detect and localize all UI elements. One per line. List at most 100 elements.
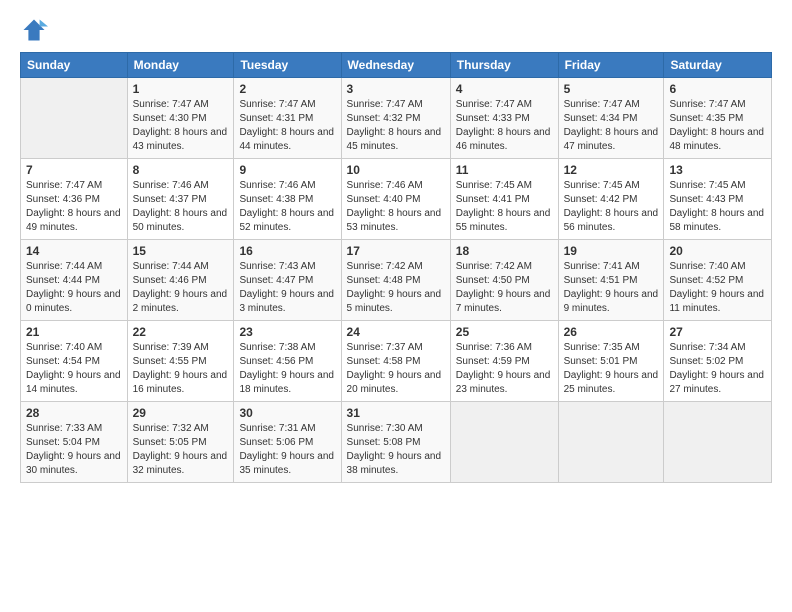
day-info: Sunrise: 7:47 AMSunset: 4:33 PMDaylight:… <box>456 98 553 154</box>
calendar-cell: 19 Sunrise: 7:41 AMSunset: 4:51 PMDayligh… <box>558 240 664 321</box>
calendar-cell: 29 Sunrise: 7:32 AMSunset: 5:05 PMDayligh… <box>127 402 234 483</box>
day-number: 27 <box>669 325 766 339</box>
calendar-cell: 22Sunrise: 7:39 AMSunset: 4:55 PMDayligh… <box>127 321 234 402</box>
day-info: Sunrise: 7:42 AMSunset: 4:48 PMDaylight:… <box>347 260 445 316</box>
day-number: 31 <box>347 406 445 420</box>
day-info: Sunrise: 7:44 AMSunset: 4:46 PMDaylight:… <box>133 260 229 316</box>
day-info: Sunrise: 7:44 AMSunset: 4:44 PMDaylight:… <box>26 260 122 316</box>
weekday-header: Sunday <box>21 53 128 78</box>
day-number: 17 <box>347 244 445 258</box>
day-number: 22 <box>133 325 229 339</box>
day-info: Sunrise: 7:43 AMSunset: 4:47 PMDaylight:… <box>239 260 335 316</box>
calendar-cell: 4 Sunrise: 7:47 AMSunset: 4:33 PMDaylight… <box>450 78 558 159</box>
day-info: Sunrise: 7:32 AMSunset: 5:05 PMDaylight:… <box>133 422 229 478</box>
calendar-cell: 6Sunrise: 7:47 AMSunset: 4:35 PMDaylight… <box>664 78 772 159</box>
weekday-header: Wednesday <box>341 53 450 78</box>
day-info: Sunrise: 7:30 AMSunset: 5:08 PMDaylight:… <box>347 422 445 478</box>
day-number: 23 <box>239 325 335 339</box>
day-number: 14 <box>26 244 122 258</box>
calendar-cell: 12Sunrise: 7:45 AMSunset: 4:42 PMDayligh… <box>558 159 664 240</box>
day-info: Sunrise: 7:35 AMSunset: 5:01 PMDaylight:… <box>564 341 659 397</box>
calendar-cell: 7Sunrise: 7:47 AMSunset: 4:36 PMDaylight… <box>21 159 128 240</box>
calendar-cell: 8 Sunrise: 7:46 AMSunset: 4:37 PMDaylight… <box>127 159 234 240</box>
day-info: Sunrise: 7:45 AMSunset: 4:42 PMDaylight:… <box>564 179 659 235</box>
calendar-cell: 10Sunrise: 7:46 AMSunset: 4:40 PMDayligh… <box>341 159 450 240</box>
day-info: Sunrise: 7:47 AMSunset: 4:31 PMDaylight:… <box>239 98 335 154</box>
day-number: 3 <box>347 82 445 96</box>
calendar-cell <box>21 78 128 159</box>
calendar-cell: 15 Sunrise: 7:44 AMSunset: 4:46 PMDayligh… <box>127 240 234 321</box>
day-info: Sunrise: 7:45 AMSunset: 4:43 PMDaylight:… <box>669 179 766 235</box>
calendar-header: SundayMondayTuesdayWednesdayThursdayFrid… <box>21 53 772 78</box>
calendar-cell: 14 Sunrise: 7:44 AMSunset: 4:44 PMDayligh… <box>21 240 128 321</box>
day-info: Sunrise: 7:40 AMSunset: 4:52 PMDaylight:… <box>669 260 766 316</box>
day-info: Sunrise: 7:40 AMSunset: 4:54 PMDaylight:… <box>26 341 122 397</box>
day-info: Sunrise: 7:47 AMSunset: 4:30 PMDaylight:… <box>133 98 229 154</box>
calendar-cell: 2 Sunrise: 7:47 AMSunset: 4:31 PMDaylight… <box>234 78 341 159</box>
day-info: Sunrise: 7:33 AMSunset: 5:04 PMDaylight:… <box>26 422 122 478</box>
weekday-header: Thursday <box>450 53 558 78</box>
day-number: 25 <box>456 325 553 339</box>
day-number: 29 <box>133 406 229 420</box>
day-info: Sunrise: 7:41 AMSunset: 4:51 PMDaylight:… <box>564 260 659 316</box>
day-info: Sunrise: 7:42 AMSunset: 4:50 PMDaylight:… <box>456 260 553 316</box>
day-number: 13 <box>669 163 766 177</box>
weekday-header: Tuesday <box>234 53 341 78</box>
day-info: Sunrise: 7:36 AMSunset: 4:59 PMDaylight:… <box>456 341 553 397</box>
calendar-cell: 28 Sunrise: 7:33 AMSunset: 5:04 PMDayligh… <box>21 402 128 483</box>
calendar-cell: 25 Sunrise: 7:36 AMSunset: 4:59 PMDayligh… <box>450 321 558 402</box>
day-number: 4 <box>456 82 553 96</box>
day-number: 30 <box>239 406 335 420</box>
calendar-week-row: 28 Sunrise: 7:33 AMSunset: 5:04 PMDayligh… <box>21 402 772 483</box>
calendar-cell: 17 Sunrise: 7:42 AMSunset: 4:48 PMDayligh… <box>341 240 450 321</box>
day-number: 19 <box>564 244 659 258</box>
day-info: Sunrise: 7:34 AMSunset: 5:02 PMDaylight:… <box>669 341 766 397</box>
calendar-cell: 20 Sunrise: 7:40 AMSunset: 4:52 PMDayligh… <box>664 240 772 321</box>
weekday-header: Saturday <box>664 53 772 78</box>
calendar-cell: 16 Sunrise: 7:43 AMSunset: 4:47 PMDayligh… <box>234 240 341 321</box>
day-number: 2 <box>239 82 335 96</box>
day-info: Sunrise: 7:46 AMSunset: 4:38 PMDaylight:… <box>239 179 335 235</box>
day-info: Sunrise: 7:45 AMSunset: 4:41 PMDaylight:… <box>456 179 553 235</box>
calendar-cell: 9 Sunrise: 7:46 AMSunset: 4:38 PMDaylight… <box>234 159 341 240</box>
calendar-cell: 26 Sunrise: 7:35 AMSunset: 5:01 PMDayligh… <box>558 321 664 402</box>
calendar-table: SundayMondayTuesdayWednesdayThursdayFrid… <box>20 52 772 483</box>
day-info: Sunrise: 7:46 AMSunset: 4:37 PMDaylight:… <box>133 179 229 235</box>
logo <box>20 16 52 44</box>
header <box>20 16 772 44</box>
day-number: 11 <box>456 163 553 177</box>
day-number: 18 <box>456 244 553 258</box>
day-number: 1 <box>133 82 229 96</box>
day-number: 8 <box>133 163 229 177</box>
day-number: 9 <box>239 163 335 177</box>
day-number: 20 <box>669 244 766 258</box>
page-container: SundayMondayTuesdayWednesdayThursdayFrid… <box>0 0 792 493</box>
calendar-week-row: 21Sunrise: 7:40 AMSunset: 4:54 PMDayligh… <box>21 321 772 402</box>
calendar-cell <box>450 402 558 483</box>
day-number: 16 <box>239 244 335 258</box>
calendar-cell: 31 Sunrise: 7:30 AMSunset: 5:08 PMDayligh… <box>341 402 450 483</box>
calendar-week-row: 14 Sunrise: 7:44 AMSunset: 4:44 PMDayligh… <box>21 240 772 321</box>
calendar-cell: 3Sunrise: 7:47 AMSunset: 4:32 PMDaylight… <box>341 78 450 159</box>
day-number: 26 <box>564 325 659 339</box>
calendar-cell <box>664 402 772 483</box>
day-info: Sunrise: 7:46 AMSunset: 4:40 PMDaylight:… <box>347 179 445 235</box>
calendar-cell: 21Sunrise: 7:40 AMSunset: 4:54 PMDayligh… <box>21 321 128 402</box>
calendar-cell: 23Sunrise: 7:38 AMSunset: 4:56 PMDayligh… <box>234 321 341 402</box>
calendar-cell: 18 Sunrise: 7:42 AMSunset: 4:50 PMDayligh… <box>450 240 558 321</box>
calendar-cell: 5Sunrise: 7:47 AMSunset: 4:34 PMDaylight… <box>558 78 664 159</box>
weekday-row: SundayMondayTuesdayWednesdayThursdayFrid… <box>21 53 772 78</box>
calendar-cell: 30 Sunrise: 7:31 AMSunset: 5:06 PMDayligh… <box>234 402 341 483</box>
calendar-cell: 13 Sunrise: 7:45 AMSunset: 4:43 PMDayligh… <box>664 159 772 240</box>
calendar-week-row: 1 Sunrise: 7:47 AMSunset: 4:30 PMDaylight… <box>21 78 772 159</box>
weekday-header: Friday <box>558 53 664 78</box>
calendar-cell: 24Sunrise: 7:37 AMSunset: 4:58 PMDayligh… <box>341 321 450 402</box>
day-info: Sunrise: 7:31 AMSunset: 5:06 PMDaylight:… <box>239 422 335 478</box>
day-number: 28 <box>26 406 122 420</box>
day-number: 24 <box>347 325 445 339</box>
calendar-cell <box>558 402 664 483</box>
day-number: 15 <box>133 244 229 258</box>
day-number: 6 <box>669 82 766 96</box>
calendar-cell: 1 Sunrise: 7:47 AMSunset: 4:30 PMDaylight… <box>127 78 234 159</box>
calendar-cell: 11 Sunrise: 7:45 AMSunset: 4:41 PMDayligh… <box>450 159 558 240</box>
